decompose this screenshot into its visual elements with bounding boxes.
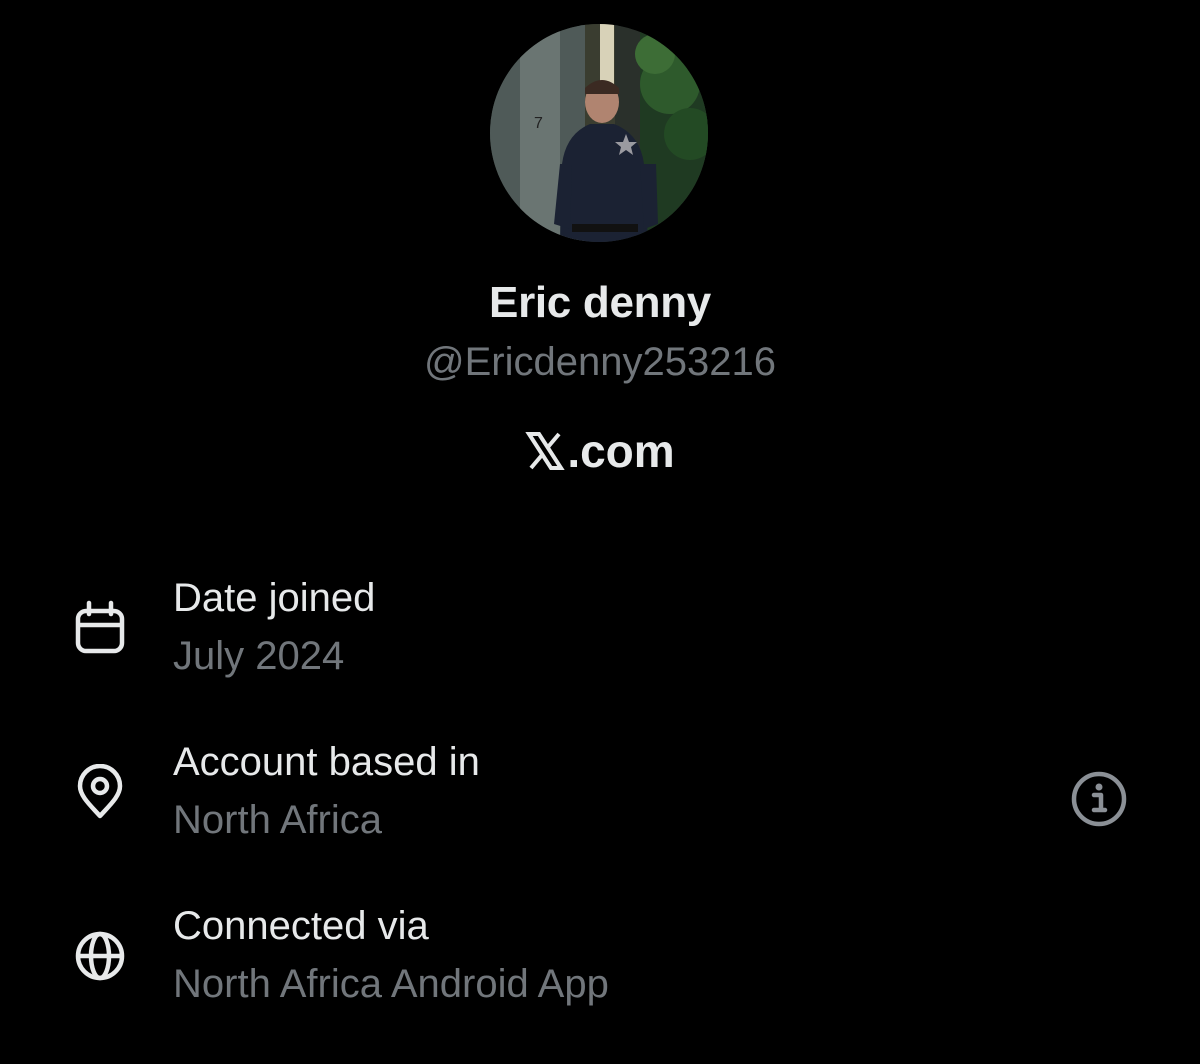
connected-via-value: North Africa Android App [173, 962, 609, 1006]
profile-avatar[interactable]: 7 [490, 24, 708, 242]
svg-text:7: 7 [534, 115, 543, 132]
info-icon[interactable] [1070, 770, 1128, 828]
account-based-in-label: Account based in [173, 740, 480, 784]
date-joined-label: Date joined [173, 576, 376, 620]
calendar-icon [75, 600, 125, 654]
site-domain: .com [567, 425, 675, 477]
detail-row-account-based-in: Account based in North Africa [0, 740, 1200, 866]
location-pin-icon [77, 764, 123, 819]
connected-via-label: Connected via [173, 904, 429, 948]
profile-name: Eric denny [489, 278, 711, 327]
x-logo-icon [525, 432, 565, 470]
account-based-in-value: North Africa [173, 798, 382, 842]
detail-row-connected-via: Connected via North Africa Android App [0, 904, 1200, 1030]
profile-handle[interactable]: @Ericdenny253216 [0, 340, 1200, 385]
avatar-photo: 7 [490, 24, 708, 242]
date-joined-value: July 2024 [173, 634, 345, 678]
globe-icon [75, 931, 125, 981]
detail-row-date-joined: Date joined July 2024 [0, 576, 1200, 702]
profile-site: .com [0, 424, 1200, 478]
